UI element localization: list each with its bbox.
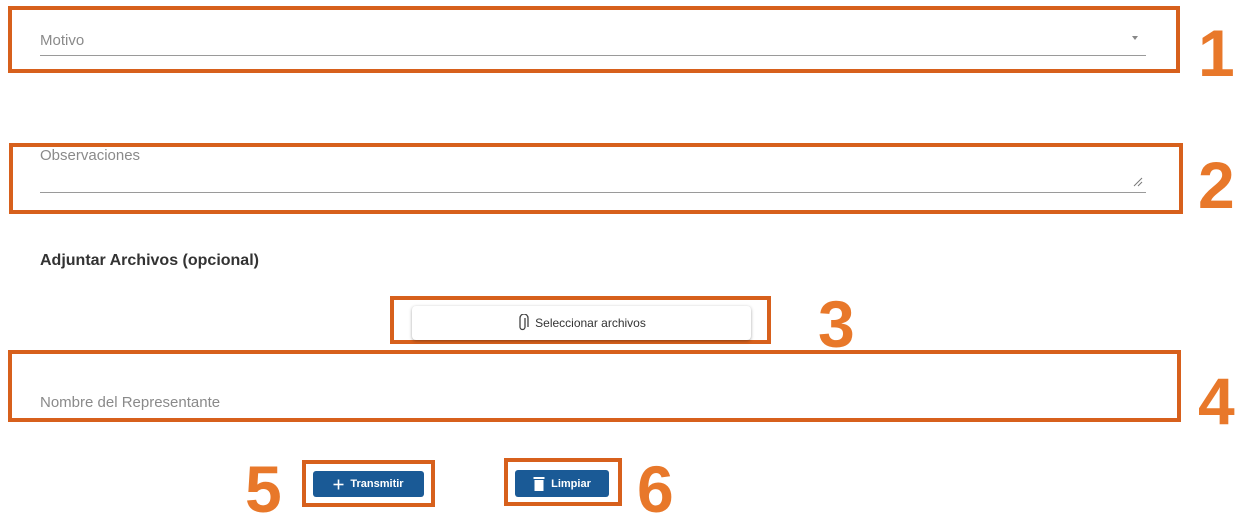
limpiar-label: Limpiar — [551, 477, 591, 490]
callout-number-3: 3 — [818, 287, 855, 361]
motivo-underline — [40, 55, 1146, 56]
trash-icon — [533, 477, 545, 491]
observaciones-label: Observaciones — [40, 147, 141, 164]
transmitir-label: Transmitir — [350, 478, 404, 490]
plus-icon — [333, 479, 344, 489]
transmitir-button[interactable]: Transmitir — [313, 471, 424, 497]
motivo-select[interactable] — [40, 25, 1146, 55]
resize-handle-icon[interactable] — [1133, 177, 1143, 187]
limpiar-button[interactable]: Limpiar — [515, 470, 609, 497]
callout-number-5: 5 — [245, 452, 282, 526]
observaciones-underline — [40, 192, 1146, 193]
callout-number-4: 4 — [1198, 364, 1235, 438]
callout-number-1: 1 — [1198, 16, 1235, 90]
adjuntar-archivos-title: Adjuntar Archivos (opcional) — [40, 252, 259, 269]
observaciones-textarea[interactable] — [40, 165, 1146, 192]
select-files-button[interactable]: Seleccionar archivos — [412, 306, 751, 340]
caret-down-icon[interactable] — [1132, 36, 1138, 40]
select-files-label: Seleccionar archivos — [535, 316, 646, 330]
callout-number-6: 6 — [637, 452, 674, 526]
callout-number-2: 2 — [1198, 148, 1235, 222]
representante-input[interactable] — [40, 385, 1146, 415]
paperclip-icon — [519, 314, 529, 331]
